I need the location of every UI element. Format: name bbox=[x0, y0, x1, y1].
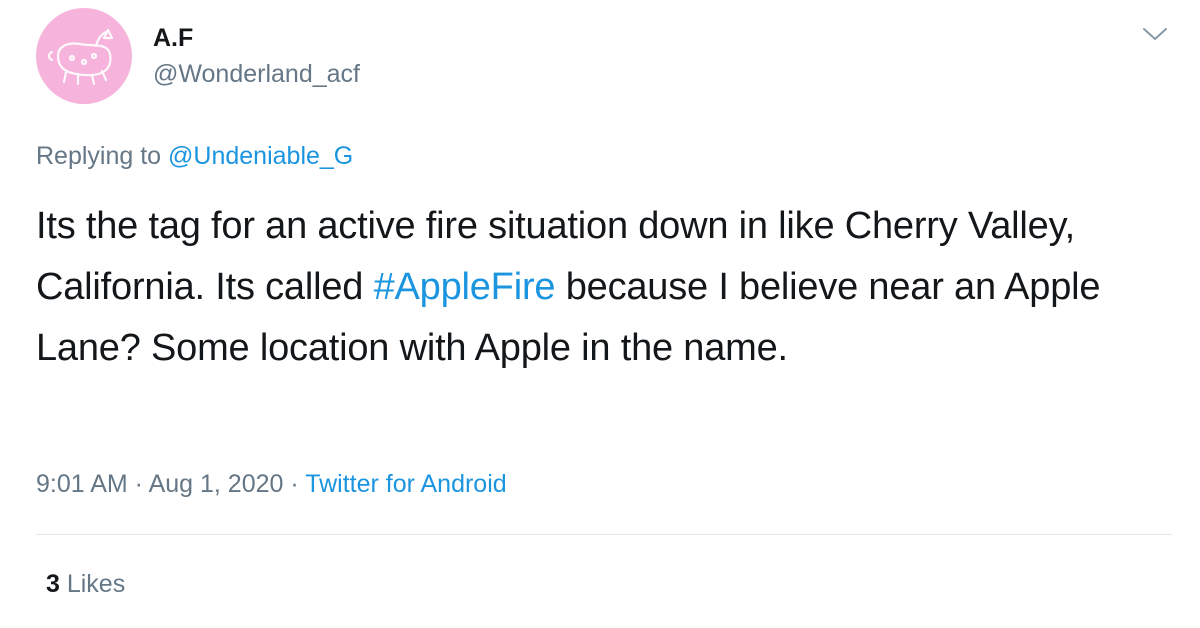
likes-label: Likes bbox=[59, 570, 126, 598]
tweet-text: Its the tag for an active fire situation… bbox=[36, 196, 1166, 379]
chevron-down-icon[interactable] bbox=[1140, 22, 1170, 46]
reply-mention-link[interactable]: @Undeniable_G bbox=[168, 142, 353, 170]
likes-stat[interactable]: 3 Likes bbox=[46, 568, 125, 600]
replying-to-label: Replying to bbox=[36, 142, 169, 170]
author-name[interactable]: A.F bbox=[153, 22, 193, 54]
tweet-date[interactable]: Aug 1, 2020 bbox=[149, 470, 284, 498]
meta-separator: · bbox=[127, 470, 149, 498]
hashtag-link[interactable]: #AppleFire bbox=[374, 266, 556, 308]
avatar[interactable] bbox=[36, 8, 132, 104]
tweet-meta: 9:01 AM · Aug 1, 2020 · Twitter for Andr… bbox=[36, 468, 507, 500]
replying-to: Replying to @Undeniable_G bbox=[36, 140, 353, 172]
tweet-card: A.F @Wonderland_acf Replying to @Undenia… bbox=[0, 0, 1200, 628]
tweet-time[interactable]: 9:01 AM bbox=[36, 470, 128, 498]
likes-count: 3 bbox=[46, 570, 60, 598]
tweet-source-link[interactable]: Twitter for Android bbox=[305, 470, 506, 498]
author-handle[interactable]: @Wonderland_acf bbox=[153, 58, 360, 90]
avatar-drawing-icon bbox=[47, 28, 114, 86]
divider bbox=[36, 534, 1172, 535]
meta-separator: · bbox=[283, 470, 306, 498]
